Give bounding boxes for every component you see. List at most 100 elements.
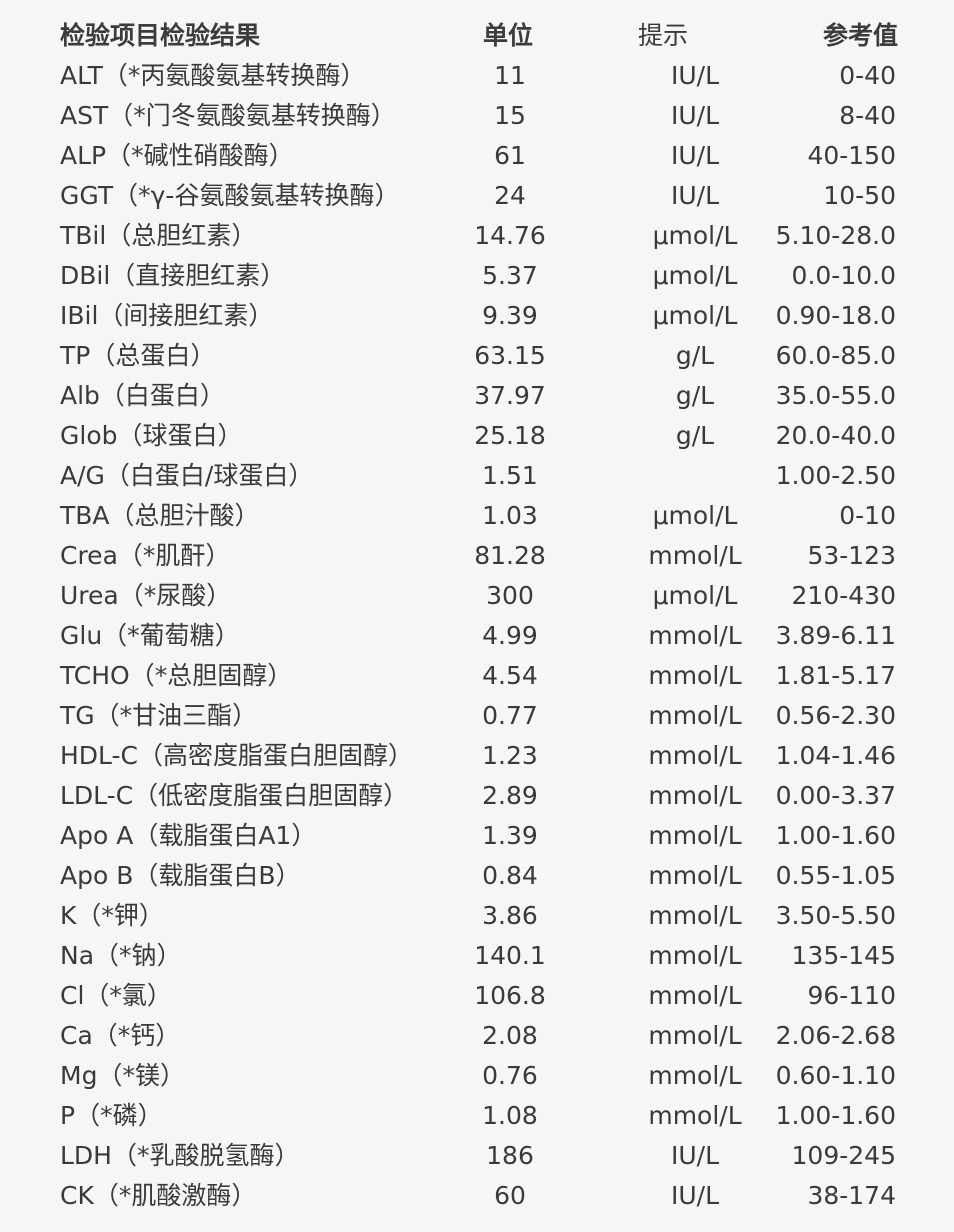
reference-range: 2.06-2.68	[775, 1021, 896, 1050]
reference-range: 0-10	[839, 501, 896, 530]
unit: IU/L	[670, 61, 720, 90]
table-row: TBil（总胆红素） 14.76 μmol/L 5.10-28.0	[0, 216, 954, 256]
reference-range: 35.0-55.0	[775, 381, 896, 410]
table-row: GGT（*γ-谷氨酸氨基转换酶） 24 IU/L 10-50	[0, 176, 954, 216]
table-row: AST（*门冬氨酸氨基转换酶） 15 IU/L 8-40	[0, 96, 954, 136]
test-name: TBil（总胆红素）	[60, 221, 257, 250]
unit: IU/L	[670, 181, 720, 210]
table-row: HDL-C（高密度脂蛋白胆固醇） 1.23 mmol/L 1.04-1.46	[0, 736, 954, 776]
unit: mmol/L	[648, 741, 742, 770]
test-name: Cl（*氯）	[60, 981, 172, 1010]
unit: g/L	[675, 381, 715, 410]
test-name: AST（*门冬氨酸氨基转换酶）	[60, 101, 396, 130]
unit: g/L	[675, 341, 715, 370]
reference-range: 96-110	[807, 981, 896, 1010]
table-row: ALP（*碱性硝酸酶） 61 IU/L 40-150	[0, 136, 954, 176]
test-name: A/G（白蛋白/球蛋白）	[60, 461, 314, 490]
header-unit: 单位	[482, 21, 533, 50]
result-value: 4.99	[482, 621, 538, 650]
unit: mmol/L	[648, 821, 742, 850]
test-name: IBil（间接胆红素）	[60, 301, 274, 330]
table-row: Na（*钠） 140.1 mmol/L 135-145	[0, 936, 954, 976]
unit: mmol/L	[648, 1061, 742, 1090]
reference-range: 0-40	[839, 61, 896, 90]
result-value: 81.28	[474, 541, 546, 570]
unit: g/L	[675, 421, 715, 450]
unit: IU/L	[670, 101, 720, 130]
unit: mmol/L	[648, 621, 742, 650]
table-row: Apo A（载脂蛋白A1） 1.39 mmol/L 1.00-1.60	[0, 816, 954, 856]
unit: μmol/L	[652, 581, 738, 610]
reference-range: 38-174	[807, 1181, 896, 1210]
test-name: ALT（*丙氨酸氨基转换酶）	[60, 61, 366, 90]
table-row: LDL-C（低密度脂蛋白胆固醇） 2.89 mmol/L 0.00-3.37	[0, 776, 954, 816]
table-row: ALT（*丙氨酸氨基转换酶） 11 IU/L 0-40	[0, 56, 954, 96]
unit	[630, 456, 760, 496]
reference-range: 8-40	[839, 101, 896, 130]
reference-range: 0.55-1.05	[775, 861, 896, 890]
table-row: CK（*肌酸激酶） 60 IU/L 38-174	[0, 1176, 954, 1216]
reference-range: 10-50	[823, 181, 896, 210]
header-reference: 参考值	[822, 21, 898, 50]
lab-report-table: 检验项目检验结果 单位 提示 参考值 ALT（*丙氨酸氨基转换酶） 11 IU/L 0…	[0, 16, 954, 1216]
unit: IU/L	[670, 141, 720, 170]
result-value: 0.77	[482, 701, 538, 730]
test-name: TG（*甘油三酯）	[60, 701, 258, 730]
result-value: 186	[486, 1141, 534, 1170]
table-row: P（*磷） 1.08 mmol/L 1.00-1.60	[0, 1096, 954, 1136]
table-row: TCHO（*总胆固醇） 4.54 mmol/L 1.81-5.17	[0, 656, 954, 696]
unit: μmol/L	[652, 221, 738, 250]
table-row: IBil（间接胆红素） 9.39 μmol/L 0.90-18.0	[0, 296, 954, 336]
header-item-result: 检验项目检验结果	[60, 21, 261, 50]
result-value: 63.15	[474, 341, 546, 370]
result-value: 4.54	[482, 661, 538, 690]
table-row: DBil（直接胆红素） 5.37 μmol/L 0.0-10.0	[0, 256, 954, 296]
reference-range: 109-245	[791, 1141, 896, 1170]
test-name: Ca（*钙）	[60, 1021, 181, 1050]
result-value: 24	[494, 181, 526, 210]
test-name: Apo B（载脂蛋白B）	[60, 861, 301, 890]
unit: mmol/L	[648, 1101, 742, 1130]
reference-range: 210-430	[791, 581, 896, 610]
unit: mmol/L	[648, 661, 742, 690]
test-name: TBA（总胆汁酸）	[60, 501, 260, 530]
reference-range: 3.89-6.11	[775, 621, 896, 650]
unit: mmol/L	[648, 701, 742, 730]
table-row: TP（总蛋白） 63.15 g/L 60.0-85.0	[0, 336, 954, 376]
table-row: K（*钾） 3.86 mmol/L 3.50-5.50	[0, 896, 954, 936]
reference-range: 5.10-28.0	[775, 221, 896, 250]
unit: IU/L	[670, 1141, 720, 1170]
result-value: 14.76	[474, 221, 546, 250]
unit: IU/L	[670, 1181, 720, 1210]
test-name: P（*磷）	[60, 1101, 163, 1130]
table-row: LDH（*乳酸脱氢酶） 186 IU/L 109-245	[0, 1136, 954, 1176]
table-row: Cl（*氯） 106.8 mmol/L 96-110	[0, 976, 954, 1016]
result-value: 0.76	[482, 1061, 538, 1090]
reference-range: 1.00-1.60	[775, 1101, 896, 1130]
reference-range: 1.04-1.46	[775, 741, 896, 770]
test-name: Glob（球蛋白）	[60, 421, 243, 450]
result-value: 1.51	[482, 461, 538, 490]
test-name: LDH（*乳酸脱氢酶）	[60, 1141, 300, 1170]
reference-range: 40-150	[807, 141, 896, 170]
result-value: 11	[494, 61, 526, 90]
test-name: Na（*钠）	[60, 941, 182, 970]
reference-range: 53-123	[807, 541, 896, 570]
unit: mmol/L	[648, 861, 742, 890]
result-value: 37.97	[474, 381, 546, 410]
test-name: Apo A（载脂蛋白A1）	[60, 821, 317, 850]
header-hint: 提示	[638, 21, 689, 50]
table-header: 检验项目检验结果 单位 提示 参考值	[0, 16, 954, 56]
unit: μmol/L	[652, 501, 738, 530]
table-body: ALT（*丙氨酸氨基转换酶） 11 IU/L 0-40 AST（*门冬氨酸氨基转换酶） 1…	[0, 56, 954, 1216]
reference-range: 1.00-2.50	[775, 461, 896, 490]
reference-range: 0.90-18.0	[775, 301, 896, 330]
result-value: 61	[494, 141, 526, 170]
test-name: K（*钾）	[60, 901, 164, 930]
table-row: Ca（*钙） 2.08 mmol/L 2.06-2.68	[0, 1016, 954, 1056]
result-value: 1.08	[482, 1101, 538, 1130]
table-row: A/G（白蛋白/球蛋白） 1.51 1.00-2.50	[0, 456, 954, 496]
test-name: Urea（*尿酸）	[60, 581, 232, 610]
reference-range: 20.0-40.0	[775, 421, 896, 450]
reference-range: 135-145	[791, 941, 896, 970]
